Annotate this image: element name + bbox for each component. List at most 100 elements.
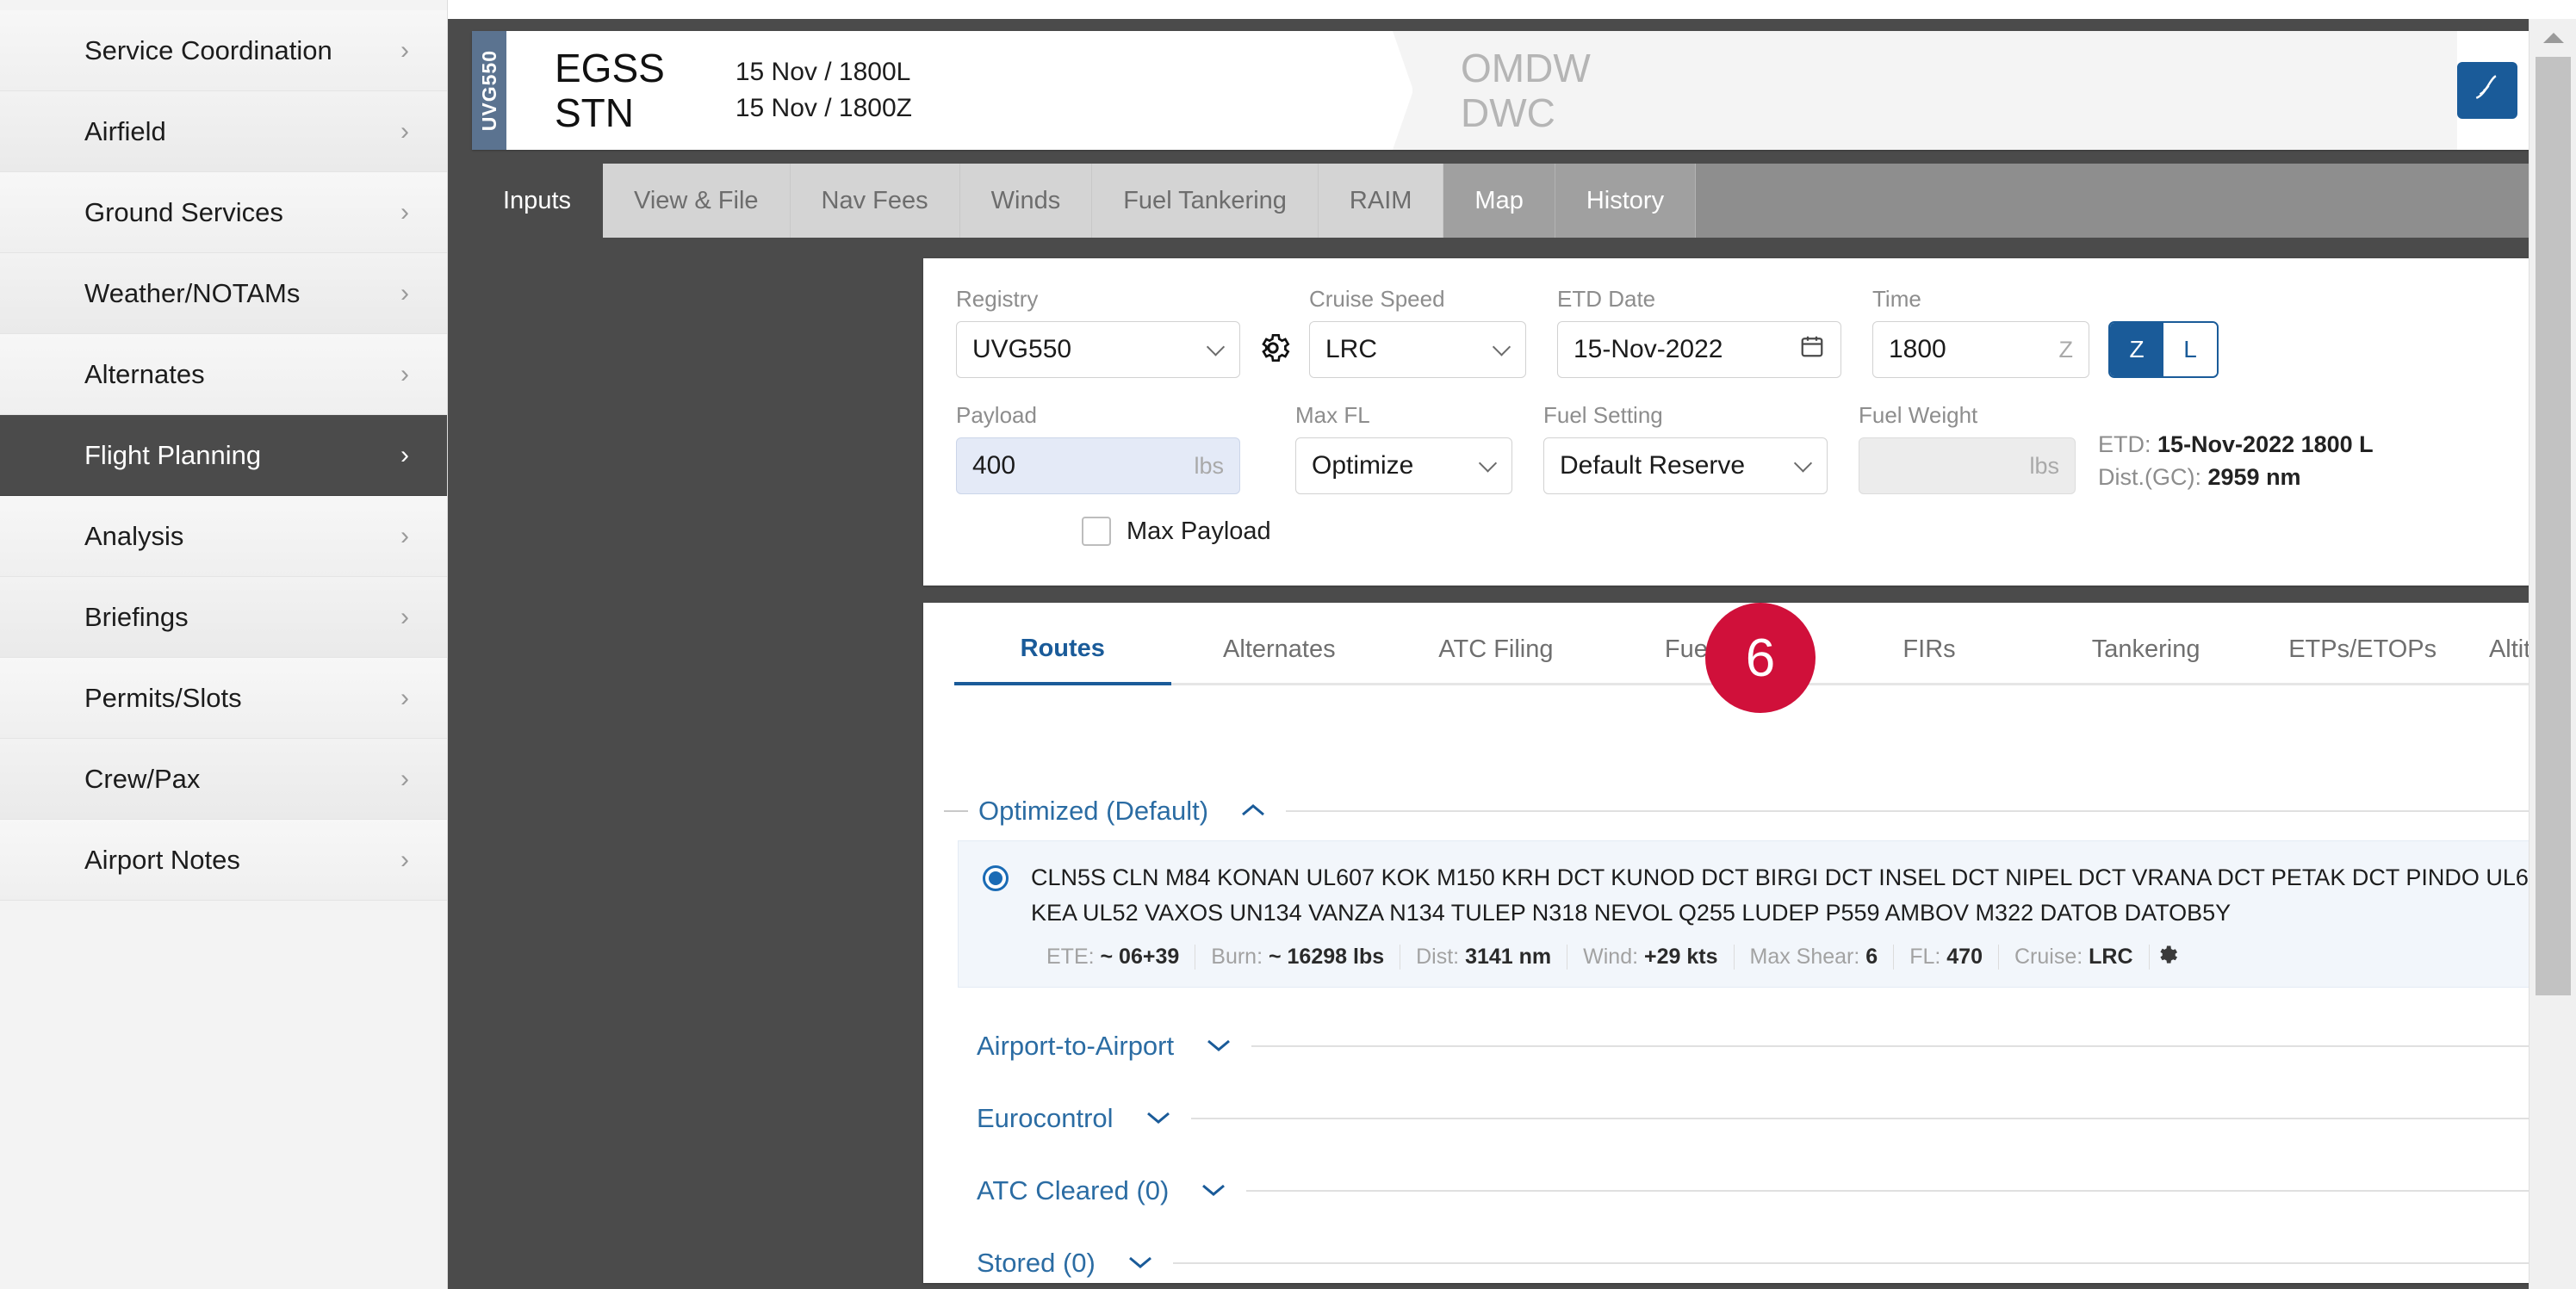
- scroll-up-arrow-icon[interactable]: [2529, 19, 2576, 57]
- routes-tab-firs[interactable]: FIRs: [1821, 635, 2038, 685]
- routes-tab-alternates[interactable]: Alternates: [1170, 635, 1388, 685]
- sidebar-item-ground-services[interactable]: Ground Services ›: [0, 172, 447, 253]
- fuel-weight-input[interactable]: lbs: [1859, 437, 2076, 494]
- tab-nav-fees[interactable]: Nav Fees: [790, 164, 960, 238]
- collapsed-group-stored-0-: Stored (0): [923, 1227, 2576, 1283]
- chevron-down-icon[interactable]: [1127, 1249, 1154, 1278]
- toggle-zulu[interactable]: Z: [2110, 323, 2163, 376]
- max-payload-label: Max Payload: [1127, 517, 1271, 545]
- chevron-right-icon: ›: [400, 35, 409, 65]
- sidebar-item-airfield[interactable]: Airfield ›: [0, 91, 447, 172]
- sidebar-item-label: Crew/Pax: [84, 763, 201, 794]
- tab-history[interactable]: History: [1555, 164, 1697, 238]
- plan-summary: ETD: 15-Nov-2022 1800 L Dist.(GC): 2959 …: [2098, 431, 2374, 494]
- flight-planning-app: Service Coordination › Airfield › Ground Ser…: [0, 0, 2576, 1289]
- inputs-row-1: Registry UVG550 Cruise Speed LRC ETD Dat…: [956, 286, 2576, 378]
- sidebar-item-briefings[interactable]: Briefings ›: [0, 577, 447, 658]
- sidebar-item-label: Alternates: [84, 358, 205, 389]
- collapsed-group-eurocontrol: Eurocontrol: [923, 1082, 2576, 1155]
- sidebar-item-label: Weather/NOTAMs: [84, 277, 301, 308]
- collapsed-group-title[interactable]: ATC Cleared (0): [977, 1175, 1169, 1206]
- chevron-up-icon[interactable]: [1239, 796, 1267, 826]
- sidebar-item-permits-slots[interactable]: Permits/Slots ›: [0, 658, 447, 739]
- route-select-radio[interactable]: [983, 865, 1009, 891]
- sidebar-item-analysis[interactable]: Analysis ›: [0, 496, 447, 577]
- time-suffix: Z: [2058, 336, 2074, 363]
- registry-select[interactable]: UVG550: [956, 321, 1240, 378]
- etd-date-input[interactable]: 15-Nov-2022: [1557, 321, 1841, 378]
- routes-tab-routes[interactable]: Routes: [954, 635, 1171, 685]
- payload-input[interactable]: 400 lbs: [956, 437, 1240, 494]
- sidebar-item-alternates[interactable]: Alternates ›: [0, 334, 447, 415]
- tab-inputs[interactable]: Inputs: [472, 164, 603, 238]
- collapsed-group-airport-to-airport: Airport-to-Airport: [923, 1010, 2576, 1082]
- departure-iata: STN: [555, 90, 634, 135]
- tab-fuel-tankering[interactable]: Fuel Tankering: [1092, 164, 1319, 238]
- summary-dist-label: Dist.(GC):: [2098, 464, 2201, 490]
- collapsed-group-title[interactable]: Eurocontrol: [977, 1103, 1114, 1134]
- vertical-scrollbar[interactable]: [2529, 19, 2576, 1289]
- step-badge: 6: [1705, 603, 1816, 713]
- calendar-icon[interactable]: [1799, 333, 1825, 366]
- routes-tab-atc-filing[interactable]: ATC Filing: [1387, 635, 1605, 685]
- gear-icon[interactable]: [2155, 943, 2179, 971]
- max-payload-checkbox[interactable]: [1082, 517, 1111, 546]
- arrival-leg[interactable]: OMDW DWC +: [1412, 31, 2576, 150]
- signature-button[interactable]: [2456, 62, 2517, 119]
- zulu-local-toggle[interactable]: Z L: [2108, 321, 2219, 378]
- route-text-line1: CLN5S CLN M84 KONAN UL607 KOK M150 KRH D…: [1031, 864, 2554, 890]
- chevron-down-icon[interactable]: [1205, 1032, 1232, 1061]
- sidebar-item-label: Briefings: [84, 601, 189, 632]
- route-row: CLN5S CLN M84 KONAN UL607 KOK M150 KRH D…: [958, 840, 2576, 988]
- sidebar-item-service-coordination[interactable]: Service Coordination ›: [0, 10, 447, 91]
- max-fl-select[interactable]: Optimize: [1295, 437, 1512, 494]
- summary-etd-row: ETD: 15-Nov-2022 1800 L: [2098, 431, 2374, 458]
- chevron-right-icon: ›: [400, 521, 409, 550]
- tab-map[interactable]: Map: [1443, 164, 1555, 238]
- chevron-down-icon[interactable]: [1200, 1176, 1227, 1205]
- tab-winds[interactable]: Winds: [959, 164, 1093, 238]
- cruise-speed-select[interactable]: LRC: [1309, 321, 1526, 378]
- sidebar-item-crew-pax[interactable]: Crew/Pax ›: [0, 739, 447, 820]
- route-meta-wind-: Wind: +29 kts: [1567, 945, 1735, 970]
- departure-leg[interactable]: EGSS STN 15 Nov / 1800L 15 Nov / 1800Z: [506, 31, 1368, 150]
- cruise-speed-value: LRC: [1325, 335, 1378, 363]
- toggle-local[interactable]: L: [2163, 323, 2217, 376]
- routes-tab-etps-etops[interactable]: ETPs/ETOPs: [2254, 635, 2471, 685]
- tab-view-file[interactable]: View & File: [603, 164, 791, 238]
- route-group-title[interactable]: Optimized (Default): [978, 796, 1208, 827]
- route-metadata: ETE: ~ 06+39 Burn: ~ 16298 lbs Dist: 3141 …: [1031, 943, 2576, 971]
- leg-chevron-separator: [1368, 31, 1412, 150]
- primary-sidebar: Service Coordination › Airfield › Ground Ser…: [0, 0, 448, 1289]
- time-label: Time: [1872, 286, 1921, 312]
- arrival-icao: OMDW: [1461, 46, 1591, 90]
- collapsed-group-rule: [1172, 1262, 2576, 1264]
- route-group-optimized: Optimized (Default): [923, 796, 2576, 827]
- payload-field: Payload 400 lbs: [956, 402, 1240, 494]
- chevron-right-icon: ›: [400, 602, 409, 631]
- fuel-setting-select[interactable]: Default Reserve: [1543, 437, 1828, 494]
- scrollbar-thumb[interactable]: [2536, 57, 2571, 995]
- sidebar-item-flight-planning[interactable]: Flight Planning ›: [0, 415, 447, 496]
- sidebar-item-airport-notes[interactable]: Airport Notes ›: [0, 820, 447, 901]
- collapsed-group-title[interactable]: Stored (0): [977, 1248, 1096, 1279]
- max-payload-row: Max Payload: [1082, 517, 2576, 546]
- summary-etd-value: 15-Nov-2022 1800 L: [2157, 431, 2374, 457]
- sidebar-item-weather-notams[interactable]: Weather/NOTAMs ›: [0, 253, 447, 334]
- time-value: 1800: [1889, 335, 1946, 363]
- registry-tab[interactable]: UVG550: [472, 31, 506, 150]
- top-strip: [448, 0, 2576, 19]
- chevron-down-icon[interactable]: [1145, 1104, 1172, 1133]
- sidebar-item-label: Ground Services: [84, 196, 283, 227]
- fuel-weight-field: Fuel Weight lbs: [1859, 402, 2076, 494]
- registry-field: Registry UVG550: [956, 286, 1240, 378]
- routes-tab-tankering[interactable]: Tankering: [2037, 635, 2255, 685]
- aircraft-settings-button[interactable]: [1251, 321, 1295, 378]
- max-fl-value: Optimize: [1312, 451, 1414, 480]
- route-meta-cruise-: Cruise: LRC: [1999, 945, 2150, 970]
- route-meta-dist-: Dist: 3141 nm: [1400, 945, 1568, 970]
- tab-raim[interactable]: RAIM: [1318, 164, 1444, 238]
- time-input[interactable]: 1800 Z: [1872, 321, 2089, 378]
- collapsed-group-title[interactable]: Airport-to-Airport: [977, 1031, 1174, 1062]
- fuel-setting-value: Default Reserve: [1560, 451, 1746, 480]
